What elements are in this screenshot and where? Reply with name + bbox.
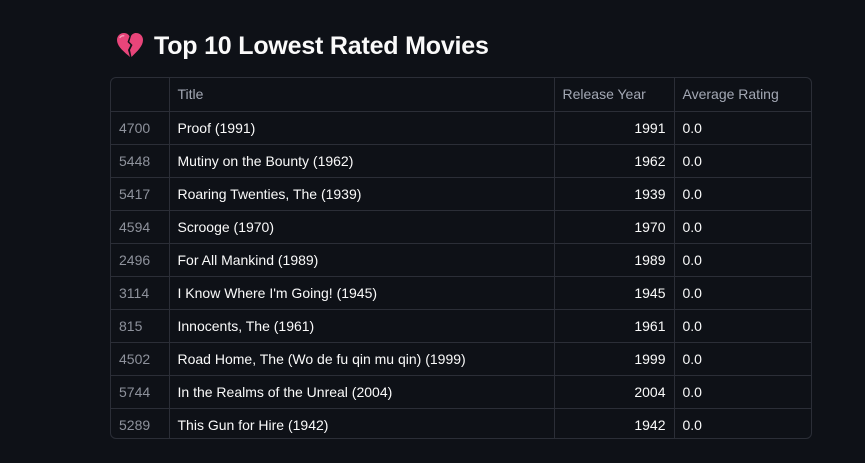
row-index-cell[interactable]: 4700 [111,111,170,145]
release-year-cell[interactable]: 1942 [554,408,675,438]
release-year-cell[interactable]: 1991 [554,111,675,145]
average-rating-cell[interactable]: 0.0 [674,342,811,376]
release-year-cell[interactable]: 1989 [554,243,675,277]
row-index-cell[interactable]: 3114 [111,276,170,310]
movies-table[interactable]: Title Release Year Average Rating 4700 P… [110,77,812,439]
row-index-cell[interactable]: 4502 [111,342,170,376]
table-row: 5289 This Gun for Hire (1942) 1942 0.0 [111,408,811,438]
title-cell[interactable]: Roaring Twenties, The (1939) [169,177,555,211]
row-index-cell[interactable]: 2496 [111,243,170,277]
table-row: 5744 In the Realms of the Unreal (2004) … [111,375,811,409]
average-rating-cell[interactable]: 0.0 [674,276,811,310]
row-index-cell[interactable]: 815 [111,309,170,343]
column-header-title[interactable]: Title [169,78,555,112]
release-year-cell[interactable]: 1970 [554,210,675,244]
average-rating-cell[interactable]: 0.0 [674,375,811,409]
table-header-row: Title Release Year Average Rating [111,78,811,112]
row-index-cell[interactable]: 5289 [111,408,170,438]
page-heading: Top 10 Lowest Rated Movies [115,27,489,65]
release-year-cell[interactable]: 1962 [554,144,675,178]
column-header-average-rating[interactable]: Average Rating [674,78,811,112]
table-row: 4502 Road Home, The (Wo de fu qin mu qin… [111,342,811,376]
table-row: 5448 Mutiny on the Bounty (1962) 1962 0.… [111,144,811,178]
broken-heart-icon [115,31,145,61]
title-cell[interactable]: Road Home, The (Wo de fu qin mu qin) (19… [169,342,555,376]
release-year-cell[interactable]: 1945 [554,276,675,310]
release-year-cell[interactable]: 1999 [554,342,675,376]
average-rating-cell[interactable]: 0.0 [674,408,811,438]
average-rating-cell[interactable]: 0.0 [674,177,811,211]
title-cell[interactable]: For All Mankind (1989) [169,243,555,277]
column-header-index[interactable] [111,78,170,112]
title-cell[interactable]: This Gun for Hire (1942) [169,408,555,438]
page-title: Top 10 Lowest Rated Movies [154,31,489,60]
title-cell[interactable]: Proof (1991) [169,111,555,145]
average-rating-cell[interactable]: 0.0 [674,309,811,343]
average-rating-cell[interactable]: 0.0 [674,111,811,145]
release-year-cell[interactable]: 2004 [554,375,675,409]
title-cell[interactable]: In the Realms of the Unreal (2004) [169,375,555,409]
column-header-release-year[interactable]: Release Year [554,78,675,112]
table-row: 5417 Roaring Twenties, The (1939) 1939 0… [111,177,811,211]
title-cell[interactable]: Scrooge (1970) [169,210,555,244]
table-row: 4594 Scrooge (1970) 1970 0.0 [111,210,811,244]
average-rating-cell[interactable]: 0.0 [674,210,811,244]
release-year-cell[interactable]: 1961 [554,309,675,343]
table-row: 2496 For All Mankind (1989) 1989 0.0 [111,243,811,277]
row-index-cell[interactable]: 5448 [111,144,170,178]
row-index-cell[interactable]: 5744 [111,375,170,409]
release-year-cell[interactable]: 1939 [554,177,675,211]
title-cell[interactable]: Mutiny on the Bounty (1962) [169,144,555,178]
title-cell[interactable]: I Know Where I'm Going! (1945) [169,276,555,310]
table-row: 815 Innocents, The (1961) 1961 0.0 [111,309,811,343]
row-index-cell[interactable]: 4594 [111,210,170,244]
row-index-cell[interactable]: 5417 [111,177,170,211]
table-row: 3114 I Know Where I'm Going! (1945) 1945… [111,276,811,310]
average-rating-cell[interactable]: 0.0 [674,243,811,277]
average-rating-cell[interactable]: 0.0 [674,144,811,178]
table-row: 4700 Proof (1991) 1991 0.0 [111,111,811,145]
title-cell[interactable]: Innocents, The (1961) [169,309,555,343]
